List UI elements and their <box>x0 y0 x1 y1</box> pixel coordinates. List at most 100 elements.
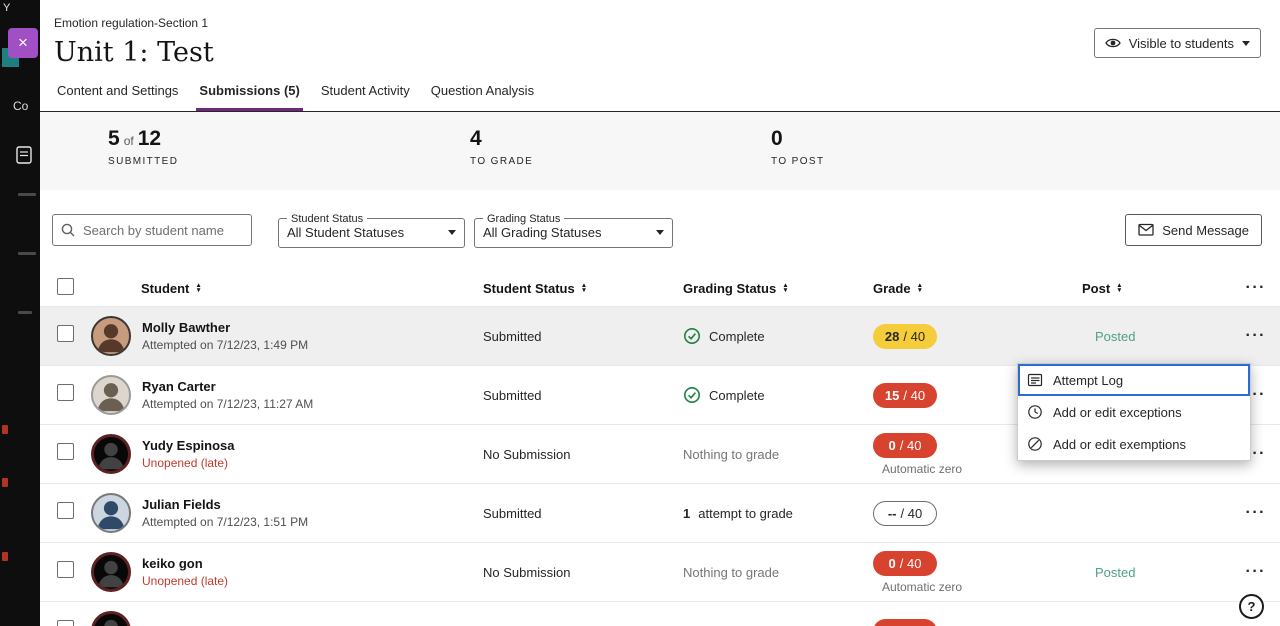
sort-down-icon: ▼ <box>917 288 923 293</box>
clipped-icon <box>18 193 36 196</box>
sort-icon[interactable]: ▲▼ <box>782 283 788 293</box>
menu-item-exemptions[interactable]: Add or edit exemptions <box>1018 428 1250 460</box>
grade-value: -- <box>888 506 897 521</box>
stat-to-post-value: 0 <box>771 127 825 151</box>
column-header-student-status[interactable]: Student Status ▲▼ <box>483 281 683 296</box>
complete-check-icon <box>683 386 701 404</box>
grading-status: attempt to grade <box>698 506 793 521</box>
tab-bar: Content and Settings Submissions (5) Stu… <box>40 68 1280 112</box>
row-checkbox[interactable] <box>57 561 74 578</box>
select-all-checkbox[interactable] <box>57 278 74 295</box>
stat-submitted-connector: of <box>124 134 134 148</box>
column-header-post[interactable]: Post ▲▼ <box>1078 281 1238 296</box>
grading-status-cell: Complete <box>683 327 873 345</box>
sort-icon[interactable]: ▲▼ <box>581 283 587 293</box>
row-more-button[interactable]: ··· <box>1238 504 1266 522</box>
grade-pill[interactable]: 0 / 40 <box>873 551 937 576</box>
student-status-dropdown-label: Student Status <box>287 213 367 225</box>
close-panel-button[interactable]: × <box>8 28 38 58</box>
stat-to-grade-label: TO GRADE <box>470 156 533 167</box>
search-input[interactable] <box>52 214 252 246</box>
grade-pill[interactable]: 15 / 40 <box>873 383 937 408</box>
row-checkbox[interactable] <box>57 502 74 519</box>
grade-note: Automatic zero <box>882 462 962 476</box>
table-row[interactable] <box>40 601 1280 626</box>
tab-question-analysis[interactable]: Question Analysis <box>428 83 537 111</box>
help-icon: ? <box>1248 599 1256 614</box>
student-status: Submitted <box>483 506 683 521</box>
avatar <box>91 493 131 533</box>
grade-note: Automatic zero <box>882 580 962 594</box>
grade-value: 0 <box>889 438 896 453</box>
grading-count: 1 <box>683 506 690 521</box>
row-more-button[interactable]: ··· <box>1238 563 1266 581</box>
grading-status: Complete <box>709 388 765 403</box>
sort-down-icon: ▼ <box>1116 288 1122 293</box>
clipped-icon <box>18 311 32 314</box>
clipped-red-fragment <box>2 478 8 487</box>
panel-header: Emotion regulation-Section 1 Unit 1: Tes… <box>40 0 1280 68</box>
grade-pill[interactable] <box>873 619 937 626</box>
table-row[interactable]: keiko gon Unopened (late) No Submission … <box>40 542 1280 601</box>
row-checkbox[interactable] <box>57 443 74 460</box>
student-status: No Submission <box>483 447 683 462</box>
sort-down-icon: ▼ <box>782 288 788 293</box>
column-header-student[interactable]: Student ▲▼ <box>91 281 483 296</box>
table-row[interactable]: Julian Fields Attempted on 7/12/23, 1:51… <box>40 483 1280 542</box>
menu-item-exceptions[interactable]: Add or edit exceptions <box>1018 396 1250 428</box>
tab-content-and-settings[interactable]: Content and Settings <box>54 83 181 111</box>
row-checkbox[interactable] <box>57 384 74 401</box>
grade-value: 15 <box>885 388 899 403</box>
clock-icon <box>1027 404 1043 420</box>
column-header-grade[interactable]: Grade ▲▼ <box>873 281 1078 296</box>
student-name[interactable]: Ryan Carter <box>142 379 313 394</box>
sort-icon[interactable]: ▲▼ <box>195 283 201 293</box>
post-status[interactable]: Posted <box>1078 565 1238 580</box>
row-more-button[interactable]: ··· <box>1238 327 1266 345</box>
grading-status-dropdown-value: All Grading Statuses <box>483 225 602 240</box>
visibility-label: Visible to students <box>1129 36 1234 51</box>
stat-submitted-label: SUBMITTED <box>108 156 178 167</box>
table-row[interactable]: Molly Bawther Attempted on 7/12/23, 1:49… <box>40 306 1280 365</box>
send-message-button[interactable]: Send Message <box>1125 214 1262 246</box>
grading-status-cell: Nothing to grade <box>683 447 873 462</box>
grade-pill[interactable]: 0 / 40 <box>873 433 937 458</box>
grade-value: 0 <box>889 556 896 571</box>
grade-total: / 40 <box>900 438 922 453</box>
grading-status: Nothing to grade <box>683 447 779 462</box>
chevron-down-icon <box>1242 41 1250 46</box>
grading-status: Nothing to grade <box>683 565 779 580</box>
grading-status-dropdown[interactable]: Grading Status All Grading Statuses <box>474 213 673 248</box>
menu-item-attempt-log[interactable]: Attempt Log <box>1018 364 1250 396</box>
column-header-grading-status[interactable]: Grading Status ▲▼ <box>683 281 873 296</box>
submission-stats-bar: 5of12 SUBMITTED 4 TO GRADE 0 TO POST <box>40 112 1280 190</box>
avatar <box>91 375 131 415</box>
filter-bar: Student Status All Student Statuses Grad… <box>40 190 1280 270</box>
table-options-button[interactable]: ··· <box>1238 279 1266 297</box>
sort-icon[interactable]: ▲▼ <box>1116 283 1122 293</box>
tab-submissions[interactable]: Submissions (5) <box>196 83 302 111</box>
grade-pill[interactable]: 28 / 40 <box>873 324 937 349</box>
help-button[interactable]: ? <box>1239 594 1264 619</box>
grade-pill[interactable]: -- / 40 <box>873 501 937 526</box>
sort-icon[interactable]: ▲▼ <box>917 283 923 293</box>
student-name[interactable]: Julian Fields <box>142 497 308 512</box>
row-checkbox[interactable] <box>57 620 74 626</box>
student-status: Submitted <box>483 388 683 403</box>
attempt-log-icon <box>1027 372 1043 388</box>
post-status[interactable]: Posted <box>1078 329 1238 344</box>
student-subtitle: Attempted on 7/12/23, 11:27 AM <box>142 397 313 411</box>
visibility-dropdown-button[interactable]: Visible to students <box>1094 28 1261 58</box>
student-name[interactable]: keiko gon <box>142 556 228 571</box>
grade-total: / 40 <box>900 556 922 571</box>
student-status-dropdown[interactable]: Student Status All Student Statuses <box>278 213 465 248</box>
row-checkbox[interactable] <box>57 325 74 342</box>
chevron-down-icon <box>656 230 664 235</box>
tab-student-activity[interactable]: Student Activity <box>318 83 413 111</box>
row-context-menu: Attempt Log Add or edit exceptions Add o… <box>1017 363 1251 461</box>
student-name[interactable]: Yudy Espinosa <box>142 438 234 453</box>
clipped-text-top: Y <box>3 2 10 14</box>
breadcrumb: Emotion regulation-Section 1 <box>54 16 1262 30</box>
student-name[interactable]: Molly Bawther <box>142 320 308 335</box>
book-icon <box>16 146 32 164</box>
